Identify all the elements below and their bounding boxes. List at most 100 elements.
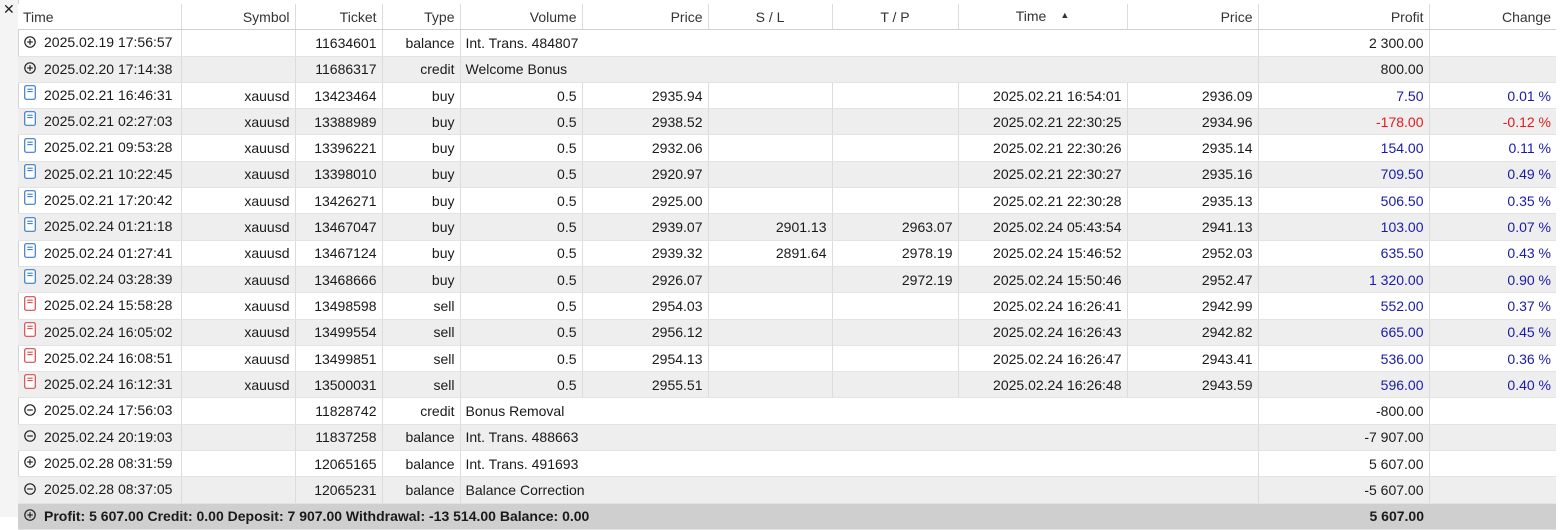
cell-price: 2939.32 — [582, 240, 709, 267]
trade-row[interactable]: 2025.02.21 02:27:03 xauusd 13388989 buy 0.5 2… — [18, 108, 1556, 136]
balance-row[interactable]: 2025.02.24 17:56:03 11828742 credit Bonus R… — [18, 397, 1556, 425]
balance-row[interactable]: 2025.02.28 08:31:59 12065165 balance Int. T… — [18, 450, 1556, 478]
cell-time-text: 2025.02.20 17:14:38 — [44, 60, 173, 77]
trade-row[interactable]: 2025.02.21 09:53:28 xauusd 13396221 buy 0.5 2… — [18, 134, 1556, 162]
sell-order-icon — [24, 372, 36, 396]
cell-time: 2025.02.24 17:56:03 — [18, 397, 182, 425]
col-header-close-price[interactable]: Price — [1127, 4, 1259, 31]
cell-tp — [832, 345, 959, 373]
cell-ticket: 13500031 — [295, 371, 383, 399]
cell-volume: 0.5 — [460, 213, 583, 241]
cell-ticket: 13468666 — [295, 266, 383, 294]
trade-row[interactable]: 2025.02.24 16:05:02 xauusd 13499554 sell 0.5… — [18, 319, 1556, 346]
cell-change — [1429, 397, 1556, 425]
cell-ticket: 13423464 — [295, 82, 383, 110]
balance-row[interactable]: 2025.02.24 20:19:03 11837258 balance Int. T… — [18, 424, 1556, 452]
cell-symbol — [181, 56, 296, 83]
col-header-type[interactable]: Type — [382, 4, 461, 31]
col-header-profit[interactable]: Profit — [1258, 4, 1430, 31]
trade-row[interactable]: 2025.02.21 17:20:42 xauusd 13426271 buy 0.5 2… — [18, 187, 1556, 215]
cell-sl — [708, 266, 833, 294]
cell-profit: 709.50 — [1258, 161, 1430, 189]
cell-close-time: 2025.02.24 16:26:47 — [958, 345, 1128, 373]
cell-ticket: 12065165 — [295, 450, 383, 478]
cell-time: 2025.02.28 08:37:05 — [18, 476, 182, 504]
cell-close-price: 2935.14 — [1127, 134, 1259, 162]
cell-symbol: xauusd — [181, 292, 296, 320]
cell-profit: 103.00 — [1258, 213, 1430, 241]
cell-price: 2938.52 — [582, 108, 709, 136]
trade-row[interactable]: 2025.02.24 01:21:18 xauusd 13467047 buy 0.5 2… — [18, 213, 1556, 241]
trade-row[interactable]: 2025.02.24 16:08:51 xauusd 13499851 sell 0.5… — [18, 345, 1556, 373]
cell-sl — [708, 292, 833, 320]
cell-type: sell — [382, 371, 461, 399]
cell-time: 2025.02.24 03:28:39 — [18, 266, 182, 294]
col-header-sl[interactable]: S / L — [708, 4, 833, 31]
plus-circle-icon[interactable] — [24, 57, 36, 81]
balance-row[interactable]: 2025.02.20 17:14:38 11686317 credit Welcome… — [18, 56, 1556, 83]
cell-change: 0.11 % — [1429, 134, 1556, 162]
cell-close-price: 2935.13 — [1127, 187, 1259, 215]
cell-close-time: 2025.02.24 15:46:52 — [958, 240, 1128, 267]
col-header-change[interactable]: Change — [1429, 4, 1556, 31]
cell-time-text: 2025.02.24 20:19:03 — [44, 428, 173, 445]
plus-circle-icon[interactable] — [24, 504, 36, 528]
cell-close-price: 2942.82 — [1127, 319, 1259, 346]
cell-ticket: 13498598 — [295, 292, 383, 320]
trade-row[interactable]: 2025.02.24 16:12:31 xauusd 13500031 sell 0.5… — [18, 371, 1556, 399]
cell-type: sell — [382, 345, 461, 373]
cell-profit: -7 907.00 — [1258, 424, 1430, 452]
cell-sl — [708, 371, 833, 399]
cell-change: 0.90 % — [1429, 266, 1556, 294]
trade-row[interactable]: 2025.02.24 01:27:41 xauusd 13467124 buy 0.5 2… — [18, 240, 1556, 267]
cell-comment: Welcome Bonus — [460, 56, 1259, 83]
col-header-price[interactable]: Price — [582, 4, 709, 31]
col-header-ticket[interactable]: Ticket — [295, 4, 383, 31]
cell-time-text: 2025.02.24 16:05:02 — [44, 323, 173, 340]
cell-ticket: 11634601 — [295, 29, 383, 57]
col-header-time[interactable]: Time — [18, 4, 182, 31]
col-header-symbol[interactable]: Symbol — [181, 4, 296, 31]
cell-close-price: 2943.41 — [1127, 345, 1259, 373]
cell-close-time: 2025.02.24 16:26:41 — [958, 292, 1128, 320]
cell-price: 2954.13 — [582, 345, 709, 373]
plus-circle-icon[interactable] — [24, 31, 36, 55]
trade-row[interactable]: 2025.02.21 10:22:45 xauusd 13398010 buy 0.5 2… — [18, 161, 1556, 189]
cell-type: buy — [382, 108, 461, 136]
cell-symbol: xauusd — [181, 187, 296, 215]
cell-time-text: 2025.02.24 03:28:39 — [44, 270, 173, 287]
cell-volume: 0.5 — [460, 345, 583, 373]
cell-time-text: 2025.02.21 16:46:31 — [44, 86, 173, 103]
cell-type: sell — [382, 319, 461, 346]
minus-circle-icon[interactable] — [24, 399, 36, 423]
cell-comment: Int. Trans. 488663 — [460, 424, 1259, 452]
trade-row[interactable]: 2025.02.24 03:28:39 xauusd 13468666 buy 0.5 2… — [18, 266, 1556, 294]
trade-row[interactable]: 2025.02.24 15:58:28 xauusd 13498598 sell 0.5… — [18, 292, 1556, 320]
col-header-tp[interactable]: T / P — [832, 4, 959, 31]
cell-profit: -178.00 — [1258, 108, 1430, 136]
cell-sl — [708, 134, 833, 162]
close-icon[interactable]: ✕ — [3, 1, 15, 17]
cell-close-time: 2025.02.21 22:30:27 — [958, 161, 1128, 189]
cell-time-text: 2025.02.24 17:56:03 — [44, 402, 173, 419]
cell-change: 0.01 % — [1429, 82, 1556, 110]
cell-tp — [832, 292, 959, 320]
trade-row[interactable]: 2025.02.21 16:46:31 xauusd 13423464 buy 0.5 2… — [18, 82, 1556, 110]
minus-circle-icon[interactable] — [24, 425, 36, 449]
cell-type: buy — [382, 213, 461, 241]
cell-tp — [832, 82, 959, 110]
cell-type: buy — [382, 187, 461, 215]
cell-time-text: 2025.02.28 08:37:05 — [44, 481, 173, 498]
cell-time: 2025.02.28 08:31:59 — [18, 450, 182, 478]
cell-profit: 1 320.00 — [1258, 266, 1430, 294]
cell-profit: 596.00 — [1258, 371, 1430, 399]
cell-time-text: 2025.02.24 01:21:18 — [44, 218, 173, 235]
col-header-volume[interactable]: Volume — [460, 4, 583, 31]
col-header-close-time[interactable]: Time ▲ — [958, 4, 1128, 31]
cell-change: 0.37 % — [1429, 292, 1556, 320]
minus-circle-icon[interactable] — [24, 478, 36, 502]
plus-circle-icon[interactable] — [24, 451, 36, 475]
cell-close-time: 2025.02.24 15:50:46 — [958, 266, 1128, 294]
balance-row[interactable]: 2025.02.28 08:37:05 12065231 balance Balanc… — [18, 476, 1556, 504]
balance-row[interactable]: 2025.02.19 17:56:57 11634601 balance Int. T… — [18, 29, 1556, 57]
